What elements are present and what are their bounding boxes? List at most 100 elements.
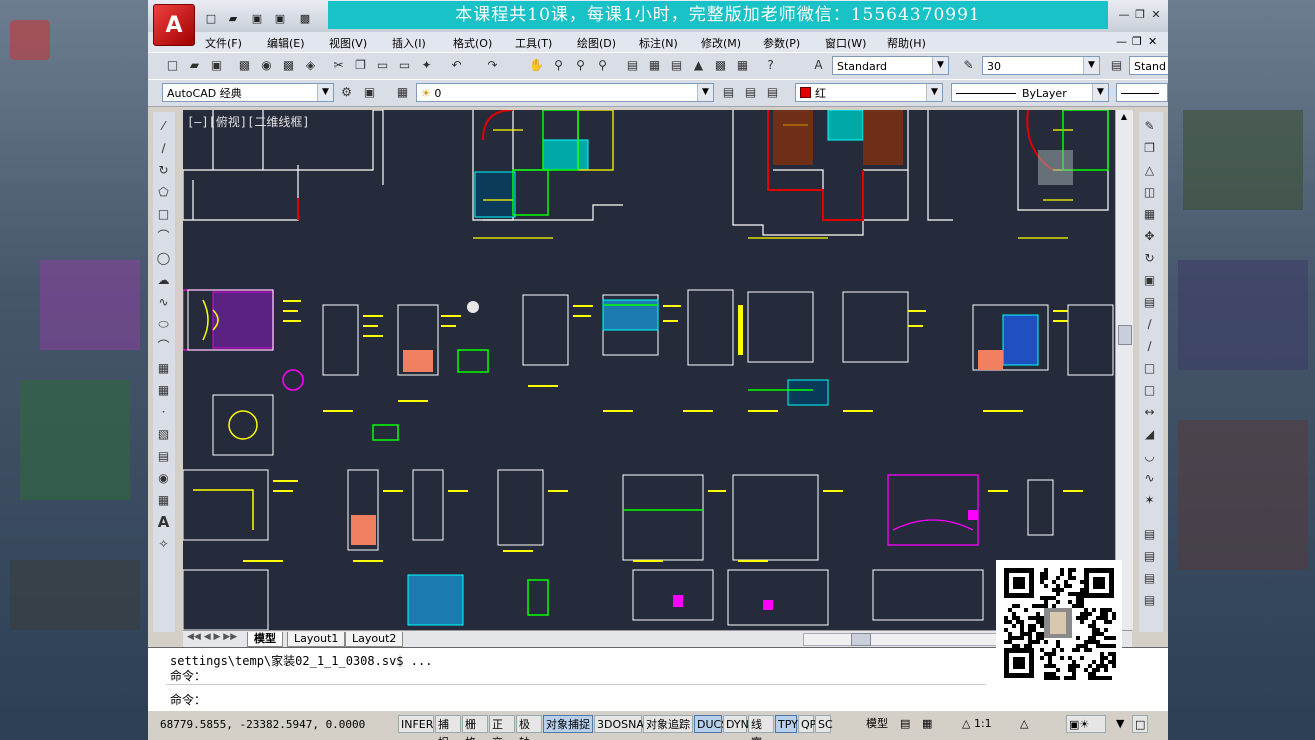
workspace-select[interactable]: AutoCAD 经典 ▼	[162, 83, 334, 102]
sheet-set-icon[interactable]: ▲	[690, 57, 707, 74]
status-toggle-12[interactable]: QP	[798, 715, 816, 733]
gradient-icon[interactable]: ▤	[155, 448, 172, 465]
draw-order-icon[interactable]: ▤	[1141, 526, 1158, 543]
plot-icon[interactable]: ▩	[236, 57, 253, 74]
menu-format[interactable]: 格式(O)	[453, 35, 492, 51]
status-menu-icon[interactable]: ▼	[1114, 715, 1130, 733]
bring-front-icon[interactable]: ▤	[1141, 548, 1158, 565]
3d-dwf-icon[interactable]: ◈	[302, 57, 319, 74]
menu-edit[interactable]: 编辑(E)	[267, 35, 305, 51]
scale-icon[interactable]: ▣	[1141, 272, 1158, 289]
multiline-text-icon[interactable]: A	[155, 514, 172, 531]
make-block-icon[interactable]: ▦	[155, 382, 172, 399]
tab-layout1[interactable]: Layout1	[287, 632, 346, 647]
match-properties-icon[interactable]: ✦	[418, 57, 435, 74]
break-at-point-icon[interactable]: □	[1141, 360, 1158, 377]
doc-minimize-icon[interactable]: —	[1116, 35, 1127, 48]
status-toggle-6[interactable]: 3DOSNAP	[594, 715, 651, 733]
construction-line-icon[interactable]: ∕	[155, 140, 172, 157]
text-height-icon[interactable]: ✎	[960, 57, 977, 74]
menu-help[interactable]: 帮助(H)	[887, 35, 926, 51]
close-icon[interactable]: ✕	[1148, 8, 1164, 22]
menu-draw[interactable]: 绘图(D)	[577, 35, 616, 51]
minimize-icon[interactable]: —	[1116, 8, 1132, 22]
pan-icon[interactable]: ✋	[528, 57, 545, 74]
join-icon[interactable]: ↔	[1141, 404, 1158, 421]
doc-close-icon[interactable]: ✕	[1148, 35, 1157, 48]
layer-properties-icon[interactable]: ▦	[394, 84, 411, 101]
color-select[interactable]: 红 ▼	[795, 83, 943, 102]
ellipse-arc-icon[interactable]: ⌒	[155, 338, 172, 355]
menu-modify[interactable]: 修改(M)	[701, 35, 741, 51]
polygon-icon[interactable]: ⬠	[155, 184, 172, 201]
restore-icon[interactable]: ❐	[1132, 8, 1148, 22]
print-icon[interactable]: ▩	[297, 10, 313, 26]
make-layer-current-icon[interactable]: ▤	[720, 84, 737, 101]
workspace-save-icon[interactable]: ▣	[361, 84, 378, 101]
status-toggle-7[interactable]: 对象追踪	[643, 715, 693, 733]
table-icon[interactable]: ▦	[155, 492, 172, 509]
redo-icon[interactable]: ↷	[484, 57, 501, 74]
doc-restore-icon[interactable]: ❐	[1132, 35, 1142, 48]
line-icon[interactable]: ⁄	[155, 118, 172, 135]
undo-icon[interactable]: ↶	[448, 57, 465, 74]
clean-screen-icon[interactable]: □	[1132, 715, 1148, 733]
save-icon[interactable]: ▣	[249, 10, 265, 26]
plot-preview-icon[interactable]: ◉	[258, 57, 275, 74]
array-icon[interactable]: ▦	[1141, 206, 1158, 223]
status-toggle-9[interactable]: DYN	[723, 715, 749, 733]
text-style-icon[interactable]: A	[810, 57, 827, 74]
status-toggle-0[interactable]: INFER	[398, 715, 434, 733]
revision-cloud-icon[interactable]: ☁	[155, 272, 172, 289]
status-toggle-2[interactable]: 栅格	[462, 715, 488, 740]
trim-icon[interactable]: ∕	[1141, 316, 1158, 333]
add-selected-icon[interactable]: ✧	[155, 536, 172, 553]
move-icon[interactable]: ✥	[1141, 228, 1158, 245]
layer-select[interactable]: ☀ 0 ▼	[416, 83, 714, 102]
workspace-settings-icon[interactable]: ⚙	[338, 84, 355, 101]
paste-icon[interactable]: ▭	[374, 57, 391, 74]
menu-window[interactable]: 窗口(W)	[825, 35, 866, 51]
save-as-icon[interactable]: ▣	[272, 10, 288, 26]
vertical-scrollbar[interactable]: ▲	[1115, 110, 1133, 630]
blend-icon[interactable]: ∿	[1141, 470, 1158, 487]
status-toggle-11[interactable]: TPY	[775, 715, 798, 733]
model-space-label[interactable]: 模型	[864, 715, 890, 733]
region-icon[interactable]: ◉	[155, 470, 172, 487]
tool-palettes-icon[interactable]: ▤	[668, 57, 685, 74]
rotate-icon[interactable]: ↻	[1141, 250, 1158, 267]
drawing-canvas[interactable]: [—][俯视][二维线框]	[183, 110, 1115, 630]
layer-previous-icon[interactable]: ▤	[742, 84, 759, 101]
polyline-icon[interactable]: ↻	[155, 162, 172, 179]
tab-model[interactable]: 模型	[247, 632, 283, 647]
scroll-thumb[interactable]	[1118, 325, 1132, 345]
hatch-icon[interactable]: ▧	[155, 426, 172, 443]
tab-nav-arrows-icon[interactable]: ◀◀ ◀ ▶ ▶▶	[187, 632, 237, 642]
quick-view-drawings-icon[interactable]: ▦	[920, 715, 938, 733]
stretch-icon[interactable]: ▤	[1141, 294, 1158, 311]
point-icon[interactable]: ·	[155, 404, 172, 421]
save-icon[interactable]: ▣	[208, 57, 225, 74]
mirror-icon[interactable]: △	[1141, 162, 1158, 179]
help-icon[interactable]: ?	[762, 57, 779, 74]
properties-icon[interactable]: ▤	[624, 57, 641, 74]
ellipse-icon[interactable]: ⬭	[155, 316, 172, 333]
status-toggle-1[interactable]: 捕捉	[435, 715, 461, 740]
linetype-select[interactable]: ByLayer ▼	[951, 83, 1109, 102]
status-toggle-13[interactable]: SC	[815, 715, 833, 733]
horizontal-scroll-thumb[interactable]	[851, 633, 871, 646]
toolbar-lock-icon[interactable]: ▣☀	[1066, 715, 1106, 733]
new-icon[interactable]: □	[164, 57, 181, 74]
viewport-label[interactable]: [—][俯视][二维线框]	[187, 113, 310, 130]
menu-dimension[interactable]: 标注(N)	[639, 35, 678, 51]
dim-style-select[interactable]: Stand	[1129, 56, 1168, 75]
send-back-icon[interactable]: ▤	[1141, 570, 1158, 587]
annotation-visibility-icon[interactable]: △	[1018, 715, 1036, 733]
copy-object-icon[interactable]: ❐	[1141, 140, 1158, 157]
command-prompt[interactable]: 命令：	[170, 691, 206, 708]
explode-icon[interactable]: ✶	[1141, 492, 1158, 509]
zoom-window-icon[interactable]: ⚲	[572, 57, 589, 74]
status-toggle-8[interactable]: DUCS	[694, 715, 728, 733]
erase-icon[interactable]: ✎	[1141, 118, 1158, 135]
chamfer-icon[interactable]: ◢	[1141, 426, 1158, 443]
